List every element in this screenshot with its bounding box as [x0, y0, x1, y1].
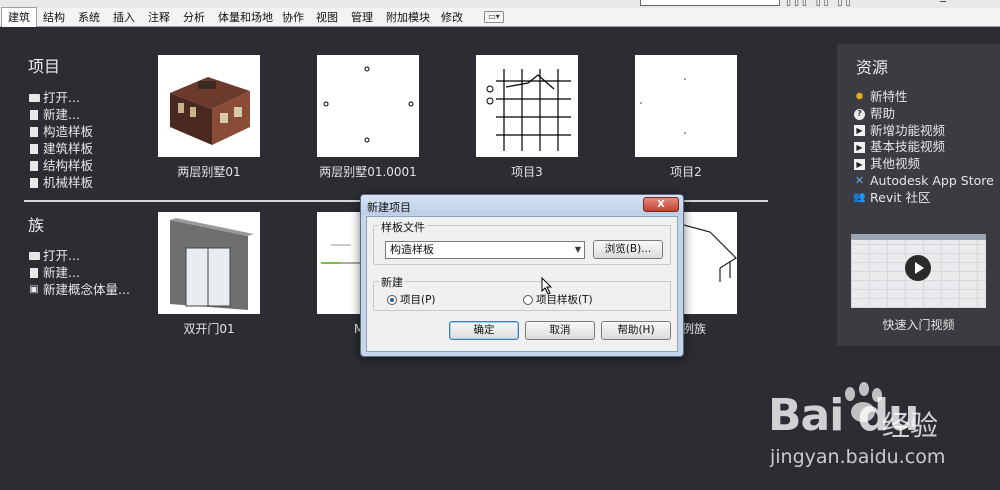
whats-new-link[interactable]: ✹ 新特性	[854, 89, 994, 106]
resources-links: ✹ 新特性 ? 帮助 ▶ 新增功能视频 ▶ 基本技能视频 ▶ 其他视频 ✕ Autodesk…	[853, 89, 994, 207]
project-structural-template-link[interactable]: 结构样板	[28, 157, 93, 174]
grid-plan-icon	[486, 69, 571, 151]
baidu-jingyan-watermark: Bai du 经验 jingyan.baidu.com	[768, 382, 1000, 482]
template-file-group-title: 样板文件	[379, 219, 427, 235]
other-videos-link[interactable]: ▶ 其他视频	[854, 156, 994, 173]
family-new-conceptual-mass-link[interactable]: ▣ 新建概念体量...	[28, 281, 130, 298]
quick-start-video-thumbnail[interactable]	[851, 234, 986, 308]
family-open-link[interactable]: 打开...	[28, 247, 130, 264]
sun-icon: ✹	[854, 90, 865, 103]
watermark-url: jingyan.baidu.com	[770, 446, 946, 468]
recent-project-thumbnail-villa-backup[interactable]	[317, 55, 419, 157]
projects-links: 打开... 新建... 构造样板 建筑样板 结构样板 机械样板	[28, 89, 93, 191]
dialog-body: 样板文件 构造样板 ▼ 浏览(B)... 新建 项目(P) 项目样板(T) 确定…	[366, 216, 678, 352]
folder-open-icon	[28, 92, 40, 104]
table-family-icon	[679, 223, 737, 282]
autodesk-x-icon: ✕	[854, 173, 865, 187]
radio-selected-icon	[387, 294, 397, 305]
search-box[interactable]	[640, 0, 780, 6]
ok-button[interactable]: 确定	[449, 321, 519, 340]
app-store-link[interactable]: ✕ Autodesk App Store	[854, 173, 994, 190]
recent-family-thumbnail-double-door[interactable]	[158, 212, 260, 314]
resources-panel: 资源 ✹ 新特性 ? 帮助 ▶ 新增功能视频 ▶ 基本技能视频 ▶ 其他视频 ✕ Autod…	[837, 44, 1000, 346]
chevron-down-icon: ▼	[574, 245, 581, 254]
project-architectural-template-link[interactable]: 建筑样板	[28, 140, 93, 157]
template-icon	[28, 160, 40, 172]
project-new-link[interactable]: 新建...	[28, 106, 93, 123]
recent-family-label: 双开门01	[183, 322, 235, 336]
radio-project[interactable]: 项目(P)	[387, 292, 436, 307]
play-video-icon: ▶	[854, 142, 865, 154]
community-people-icon: 👥	[853, 191, 866, 203]
quick-start-video-label: 快速入门视频	[882, 318, 955, 332]
families-links: 打开... 新建... ▣ 新建概念体量...	[28, 247, 130, 298]
essential-skills-video-link[interactable]: ▶ 基本技能视频	[854, 139, 994, 156]
tab-modify[interactable]: 修改	[441, 8, 463, 27]
play-video-icon: ▶	[854, 125, 865, 137]
tab-collaborate[interactable]: 协作	[282, 8, 304, 27]
help-link[interactable]: ? 帮助	[854, 106, 994, 123]
play-video-icon: ▶	[854, 159, 865, 171]
tab-view[interactable]: 视图	[316, 8, 338, 27]
recent-project-label: 项目2	[670, 165, 702, 179]
jingyan-text: 经验	[882, 409, 939, 442]
blank-plan-icon	[640, 78, 686, 134]
tab-massing-site[interactable]: 体量和场地	[218, 8, 273, 27]
new-project-dialog: 新建项目 X 样板文件 构造样板 ▼ 浏览(B)... 新建 项目(P) 项目样…	[360, 194, 684, 357]
template-icon	[28, 143, 40, 155]
building-model-icon	[170, 77, 250, 145]
template-select[interactable]: 构造样板 ▼	[385, 241, 585, 259]
projects-title: 项目	[28, 57, 61, 76]
toolbar-icons[interactable]: ▯▯▯ ▯▯ ▯▯	[786, 0, 853, 8]
recent-project-thumbnail-project2[interactable]	[635, 55, 737, 157]
tab-insert[interactable]: 插入	[113, 8, 135, 27]
cancel-button[interactable]: 取消	[525, 321, 595, 340]
family-new-link[interactable]: 新建...	[28, 264, 130, 281]
play-icon[interactable]	[905, 255, 931, 281]
project-construction-template-link[interactable]: 构造样板	[28, 123, 93, 140]
close-button[interactable]: X	[643, 197, 679, 212]
template-icon	[28, 177, 40, 189]
revit-community-link[interactable]: 👥 Revit 社区	[853, 190, 994, 207]
new-document-icon	[28, 109, 40, 121]
dialog-title-bar[interactable]: 新建项目 X	[361, 195, 683, 215]
dialog-title: 新建项目	[367, 201, 411, 214]
double-door-icon	[170, 218, 254, 310]
tab-systems[interactable]: 系统	[78, 8, 100, 27]
recent-project-thumbnail-villa[interactable]	[158, 55, 260, 157]
mass-cube-icon: ▣	[29, 284, 39, 295]
tab-annotate[interactable]: 注释	[148, 8, 170, 27]
tab-structure[interactable]: 结构	[43, 8, 65, 27]
recent-project-label: 两层别墅01	[177, 165, 241, 179]
ribbon-options-dropdown[interactable]: ▭▾	[484, 11, 504, 23]
help-button[interactable]: 帮助(H)	[601, 321, 671, 340]
help-icon: ?	[854, 108, 865, 120]
folder-open-icon	[28, 250, 40, 262]
recent-project-thumbnail-project3[interactable]	[476, 55, 578, 157]
project-mechanical-template-link[interactable]: 机械样板	[28, 174, 93, 191]
new-type-group-title: 新建	[379, 274, 405, 290]
recent-family-thumbnail-detail[interactable]	[679, 212, 737, 314]
mouse-cursor-icon	[541, 277, 553, 295]
template-icon	[28, 126, 40, 138]
tab-manage[interactable]: 管理	[351, 8, 373, 27]
tab-architecture[interactable]: 建筑	[1, 7, 37, 27]
project-open-link[interactable]: 打开...	[28, 89, 93, 106]
ribbon-tab-bar: 建筑 结构 系统 插入 注释 分析 体量和场地 协作 视图 管理 附加模块 修改…	[0, 7, 1000, 27]
recent-project-label: 项目3	[511, 165, 543, 179]
new-document-icon	[28, 267, 40, 279]
tab-analyze[interactable]: 分析	[183, 8, 205, 27]
radio-unselected-icon	[523, 294, 533, 305]
recent-project-label: 两层别墅01.0001	[319, 165, 417, 179]
tab-addins[interactable]: 附加模块	[386, 8, 430, 27]
floor-plan-markers-icon	[323, 66, 414, 143]
families-title: 族	[28, 216, 45, 235]
title-bar-strip: ▯▯▯ ▯▯ ▯▯ ─ ▢ ✕	[0, 0, 1000, 30]
resources-title: 资源	[856, 58, 889, 77]
new-features-video-link[interactable]: ▶ 新增功能视频	[854, 123, 994, 140]
radio-project-template[interactable]: 项目样板(T)	[523, 292, 593, 307]
browse-button[interactable]: 浏览(B)...	[593, 240, 663, 259]
